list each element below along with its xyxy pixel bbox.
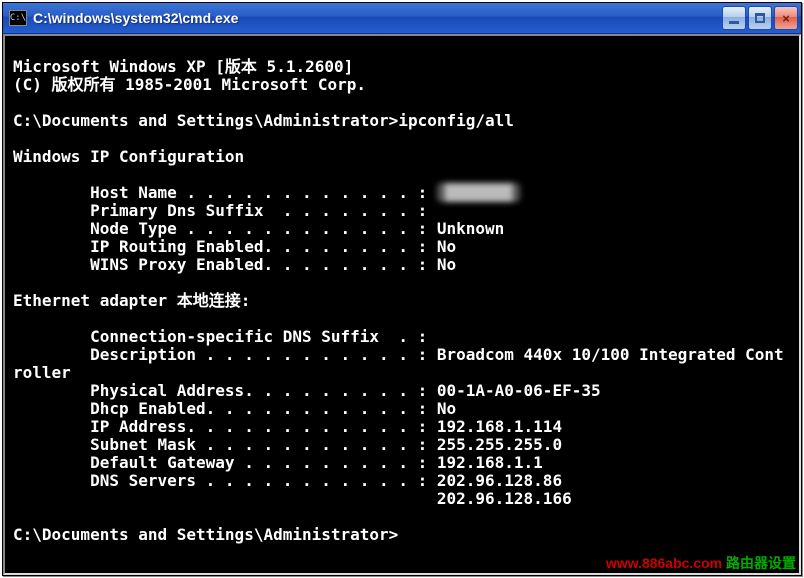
- terminal-frame: Microsoft Windows XP [版本 5.1.2600] (C) 版…: [3, 34, 801, 575]
- prompt-line: C:\Documents and Settings\Administrator>: [13, 525, 398, 544]
- host-name-redacted: ███████: [437, 183, 520, 202]
- app-icon: C:\: [9, 10, 27, 26]
- maximize-button[interactable]: [748, 6, 772, 30]
- titlebar[interactable]: C:\ C:\windows\system32\cmd.exe ×: [3, 3, 801, 34]
- output-line: Host Name . . . . . . . . . . . . : ████…: [13, 183, 520, 202]
- output-line: DNS Servers . . . . . . . . . . . : 202.…: [13, 471, 562, 490]
- watermark: www.886abc.com 路由器设置: [606, 556, 796, 570]
- minimize-button[interactable]: [722, 6, 746, 30]
- output-line: Description . . . . . . . . . . . : Broa…: [13, 345, 784, 364]
- prompt-path: C:\Documents and Settings\Administrator>: [13, 111, 398, 130]
- typed-command: ipconfig/all: [398, 111, 514, 130]
- output-line: IP Routing Enabled. . . . . . . . : No: [13, 237, 456, 256]
- output-line: (C) 版权所有 1985-2001 Microsoft Corp.: [13, 75, 366, 94]
- field-label: Host Name . . . . . . . . . . . . :: [13, 183, 437, 202]
- output-line: Microsoft Windows XP [版本 5.1.2600]: [13, 57, 353, 76]
- watermark-url: www.886abc.com: [606, 555, 722, 571]
- output-line: Default Gateway . . . . . . . . . : 192.…: [13, 453, 543, 472]
- close-button[interactable]: ×: [774, 6, 798, 30]
- prompt-line: C:\Documents and Settings\Administrator>…: [13, 111, 514, 130]
- window-controls: ×: [722, 6, 798, 30]
- output-line: Physical Address. . . . . . . . . : 00-1…: [13, 381, 601, 400]
- output-line: IP Address. . . . . . . . . . . . : 192.…: [13, 417, 562, 436]
- watermark-text: 路由器设置: [722, 555, 796, 571]
- output-line: roller: [13, 363, 71, 382]
- output-line: Node Type . . . . . . . . . . . . : Unkn…: [13, 219, 504, 238]
- cmd-window: C:\ C:\windows\system32\cmd.exe × Micros…: [2, 2, 802, 576]
- output-line: Dhcp Enabled. . . . . . . . . . . : No: [13, 399, 456, 418]
- terminal-output[interactable]: Microsoft Windows XP [版本 5.1.2600] (C) 版…: [5, 36, 799, 573]
- output-line: Connection-specific DNS Suffix . :: [13, 327, 427, 346]
- output-line: Primary Dns Suffix . . . . . . . :: [13, 201, 427, 220]
- output-line: 202.96.128.166: [13, 489, 572, 508]
- section-header: Ethernet adapter 本地连接:: [13, 291, 250, 310]
- window-title: C:\windows\system32\cmd.exe: [31, 10, 722, 26]
- output-line: Subnet Mask . . . . . . . . . . . : 255.…: [13, 435, 562, 454]
- output-line: WINS Proxy Enabled. . . . . . . . : No: [13, 255, 456, 274]
- section-header: Windows IP Configuration: [13, 147, 244, 166]
